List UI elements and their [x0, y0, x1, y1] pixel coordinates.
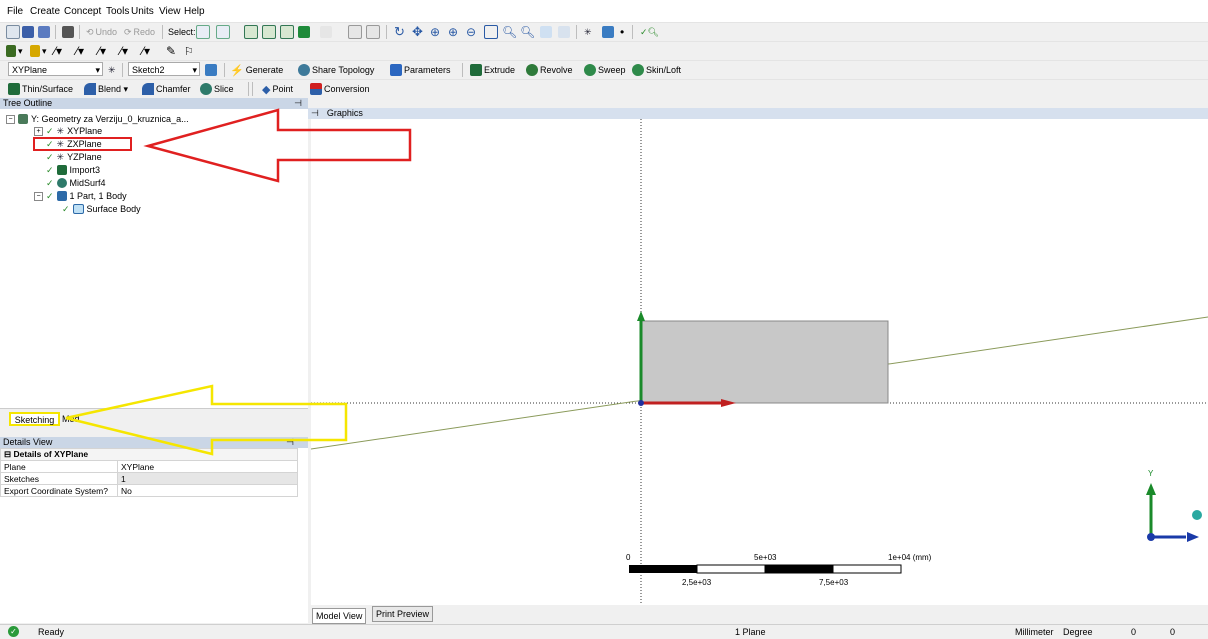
status-selection: 1 Plane — [735, 627, 766, 637]
status-bar: ✓ Ready 1 Plane Millimeter Degree 0 0 — [0, 624, 1208, 639]
status-value-2: 0 — [1170, 627, 1176, 637]
status-ready: Ready — [38, 627, 65, 637]
status-value-1: 0 — [1131, 627, 1137, 637]
yellow-arrow — [65, 384, 348, 456]
annotation-overlay — [65, 108, 412, 456]
red-arrow — [143, 108, 412, 183]
ready-icon: ✓ — [8, 626, 19, 637]
status-units: Millimeter — [1015, 627, 1054, 637]
status-angle: Degree — [1063, 627, 1093, 637]
